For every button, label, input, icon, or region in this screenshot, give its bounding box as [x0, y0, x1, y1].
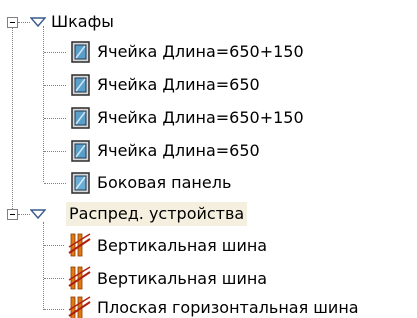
tree-connector — [44, 309, 64, 310]
tree-connector — [44, 245, 64, 246]
busbar-icon[interactable] — [68, 233, 92, 257]
tree-connector — [43, 222, 44, 310]
tree-group-label-selected[interactable]: Распред. устройства — [66, 202, 248, 226]
filter-icon — [30, 17, 46, 28]
tree-item-label[interactable]: Вертикальная шина — [94, 234, 270, 258]
tree-connector — [44, 85, 66, 86]
cabinet-cell-icon[interactable] — [70, 107, 92, 129]
collapse-toggle[interactable] — [7, 17, 18, 28]
tree-connector — [12, 27, 13, 213]
tree-connector — [44, 278, 64, 279]
tree-connector — [44, 118, 66, 119]
side-panel-icon[interactable] — [70, 172, 92, 194]
cabinet-cell-icon[interactable] — [70, 41, 92, 63]
tree-item-label[interactable]: Ячейка Длина=650 — [94, 139, 263, 163]
tree-item-label[interactable]: Ячейка Длина=650 — [94, 73, 263, 97]
component-tree: Шкафы Ячейка Длина=650+150 Ячейка Длина=… — [0, 0, 417, 318]
busbar-icon[interactable] — [68, 296, 92, 318]
tree-connector — [43, 26, 44, 182]
tree-connector — [44, 52, 66, 53]
tree-connector — [44, 183, 66, 184]
tree-item-label[interactable]: Боковая панель — [94, 171, 234, 195]
tree-connector — [18, 214, 30, 215]
tree-item-label[interactable]: Ячейка Длина=650+150 — [94, 40, 307, 64]
tree-item-label[interactable]: Плоская горизонтальная шина — [94, 296, 362, 318]
collapse-toggle[interactable] — [7, 209, 18, 220]
cabinet-cell-icon[interactable] — [70, 74, 92, 96]
busbar-icon[interactable] — [68, 266, 92, 290]
tree-connector — [44, 151, 66, 152]
filter-icon — [30, 209, 46, 220]
tree-connector — [18, 22, 30, 23]
tree-item-label[interactable]: Ячейка Длина=650+150 — [94, 106, 307, 130]
tree-item-label[interactable]: Вертикальная шина — [94, 267, 270, 291]
cabinet-cell-icon[interactable] — [70, 140, 92, 162]
tree-group-label[interactable]: Шкафы — [48, 10, 117, 34]
